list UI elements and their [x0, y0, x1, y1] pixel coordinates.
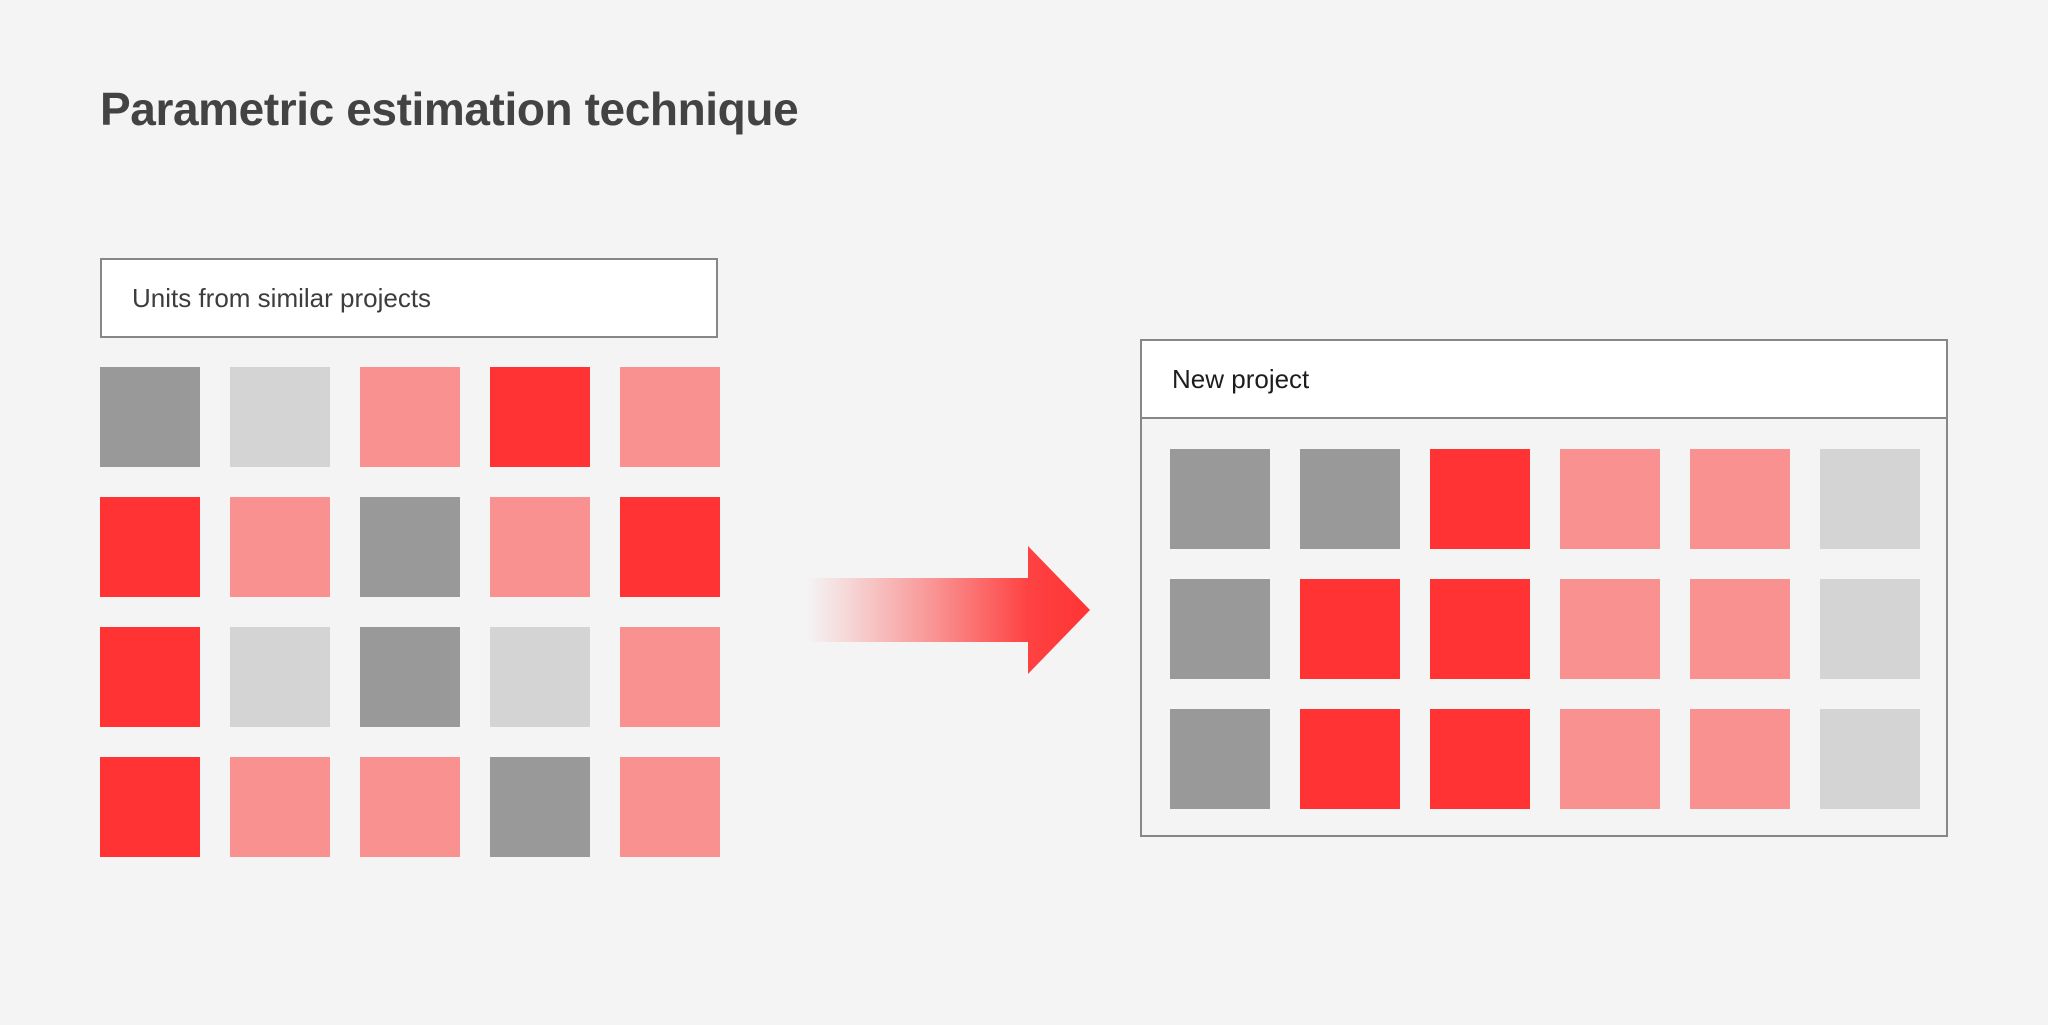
target-unit-grid	[1170, 449, 1920, 809]
target-unit-tile	[1170, 449, 1270, 549]
target-unit-tile	[1560, 449, 1660, 549]
source-unit-tile	[620, 497, 720, 597]
source-unit-tile	[490, 497, 590, 597]
target-panel: New project	[1140, 339, 1948, 837]
source-unit-grid	[100, 367, 720, 857]
arrow-shape	[806, 546, 1090, 674]
source-unit-tile	[360, 367, 460, 467]
source-panel-header: Units from similar projects	[100, 258, 718, 338]
target-unit-tile	[1300, 579, 1400, 679]
source-unit-tile	[360, 627, 460, 727]
target-unit-tile	[1430, 709, 1530, 809]
target-unit-tile	[1690, 449, 1790, 549]
target-unit-tile	[1560, 579, 1660, 679]
transform-arrow	[806, 540, 1090, 680]
target-unit-tile	[1690, 579, 1790, 679]
source-unit-tile	[230, 627, 330, 727]
source-unit-tile	[490, 627, 590, 727]
source-unit-tile	[100, 367, 200, 467]
target-unit-tile	[1430, 579, 1530, 679]
diagram-canvas: Parametric estimation technique Units fr…	[0, 0, 2048, 1025]
source-unit-tile	[360, 757, 460, 857]
source-unit-tile	[360, 497, 460, 597]
source-panel-title: Units from similar projects	[132, 282, 432, 313]
source-unit-tile	[620, 627, 720, 727]
source-unit-tile	[230, 367, 330, 467]
target-unit-tile	[1300, 709, 1400, 809]
source-unit-tile	[230, 757, 330, 857]
target-unit-tile	[1430, 449, 1530, 549]
target-unit-tile	[1820, 709, 1920, 809]
target-panel-header: New project	[1140, 339, 1948, 419]
source-unit-tile	[620, 367, 720, 467]
target-unit-tile	[1300, 449, 1400, 549]
source-unit-tile	[490, 367, 590, 467]
page-title: Parametric estimation technique	[100, 83, 799, 135]
target-unit-tile	[1820, 449, 1920, 549]
target-unit-tile	[1690, 709, 1790, 809]
source-unit-tile	[620, 757, 720, 857]
target-panel-title: New project	[1172, 363, 1310, 394]
target-unit-tile	[1560, 709, 1660, 809]
source-unit-tile	[100, 627, 200, 727]
source-unit-tile	[100, 497, 200, 597]
source-panel: Units from similar projects	[100, 258, 718, 338]
target-unit-tile	[1170, 709, 1270, 809]
target-unit-tile	[1170, 579, 1270, 679]
source-unit-tile	[230, 497, 330, 597]
target-unit-tile	[1820, 579, 1920, 679]
source-unit-tile	[490, 757, 590, 857]
source-unit-tile	[100, 757, 200, 857]
